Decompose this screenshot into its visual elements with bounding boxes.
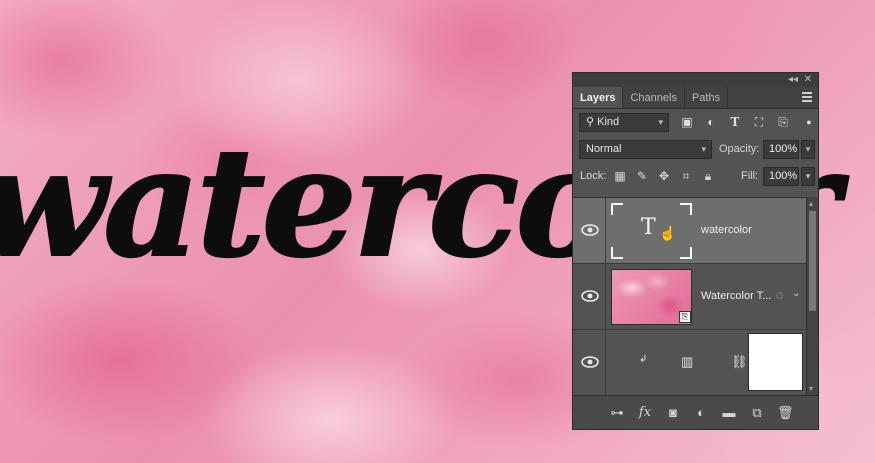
eye-icon[interactable] [581, 223, 599, 237]
new-layer-icon[interactable]: ⧉ [749, 405, 765, 421]
link-icon[interactable]: ⊶ [609, 405, 625, 421]
visibility-divider [605, 264, 606, 329]
lock-row: Lock: ▦ ✎ ✥ ⌗ 🔒︎ Fill: 100% ▾ [573, 163, 818, 190]
lock-transparency-icon[interactable]: ▦ [613, 169, 627, 183]
lock-label: Lock: [580, 170, 607, 182]
layers-list: T ☝ watercolor ⎘ Watercolor T... ◌ ⌄ ↲ ▥… [573, 197, 806, 395]
collapse-icon[interactable]: ◂◂ [788, 73, 798, 87]
type-layer-thumbnail[interactable]: T ☝ [611, 203, 692, 259]
trash-icon[interactable]: 🗑︎ [777, 405, 794, 421]
lock-artboard-icon[interactable]: ⌗ [679, 169, 693, 183]
eye-icon[interactable] [581, 355, 599, 369]
layers-panel: ◂◂ ✕ Layers Channels Paths ⚲ Kind ▾ ▣ ◐ … [572, 72, 819, 430]
panel-tabs: Layers Channels Paths [573, 87, 818, 109]
close-icon[interactable]: ✕ [804, 73, 812, 87]
tab-channels[interactable]: Channels [623, 87, 685, 108]
chevron-down-icon[interactable]: ⌄ [792, 288, 800, 299]
layer-name[interactable]: Watercolor T... [701, 290, 771, 302]
filter-kind-select[interactable]: ⚲ Kind ▾ [579, 113, 669, 132]
adjustment-filter-icon[interactable]: ◐ [703, 114, 719, 130]
mask-icon[interactable]: ◙ [665, 405, 681, 421]
chevron-down-icon: ▾ [658, 117, 663, 127]
opacity-field[interactable]: 100% [763, 140, 799, 159]
chain-link-icon[interactable]: ⛓ [731, 354, 748, 370]
opacity-label: Opacity: [719, 143, 760, 155]
scroll-down-icon[interactable]: ▾ [809, 384, 813, 393]
filter-row: ⚲ Kind ▾ ▣ ◐ T ⛶ ⎘ ● [573, 109, 818, 136]
lock-all-icon[interactable]: 🔒︎ [701, 169, 715, 183]
hand-cursor-icon: ☝ [659, 225, 677, 241]
smart-object-badge-icon: ⎘ [679, 311, 691, 323]
corner-mark [680, 203, 692, 215]
folder-icon[interactable]: ▬ [721, 405, 737, 421]
visibility-divider [605, 330, 606, 395]
panel-menu-icon[interactable] [802, 92, 812, 102]
chevron-down-icon: ▾ [701, 144, 706, 154]
panel-title-strip: ◂◂ ✕ [573, 73, 818, 87]
tab-paths[interactable]: Paths [685, 87, 729, 108]
pixel-filter-icon[interactable]: ▣ [679, 114, 695, 130]
type-filter-icon[interactable]: T [727, 114, 743, 130]
layers-bottom-toolbar: ⊶ fx ◙ ◐ ▬ ⧉ 🗑︎ [573, 395, 818, 429]
shape-filter-icon[interactable]: ⛶ [751, 114, 767, 130]
layer-mask-thumbnail[interactable] [748, 333, 803, 391]
fill-dropdown-icon[interactable]: ▾ [801, 167, 815, 186]
eye-icon[interactable] [581, 289, 599, 303]
blend-row: Normal ▾ Opacity: 100% ▾ [573, 136, 818, 163]
blend-mode-value: Normal [586, 143, 622, 155]
corner-mark [611, 247, 623, 259]
search-icon: ⚲ [586, 116, 598, 128]
smart-object-filter-icon[interactable]: ⎘ [775, 114, 791, 130]
layer-name[interactable]: watercolor [701, 224, 752, 236]
tab-layers[interactable]: Layers [573, 87, 624, 108]
blend-mode-select[interactable]: Normal ▾ [579, 140, 712, 159]
fill-field[interactable]: 100% [763, 167, 799, 186]
type-icon: T [641, 215, 656, 240]
corner-mark [611, 203, 623, 215]
layers-scrollbar[interactable]: ▴ ▾ [806, 197, 818, 395]
scroll-up-icon[interactable]: ▴ [809, 199, 813, 208]
gradient-map-icon[interactable]: ▥ [681, 354, 693, 370]
layer-row-adjustment[interactable]: ↲ ▥ ⛓ [573, 330, 806, 395]
corner-mark [680, 247, 692, 259]
opacity-dropdown-icon[interactable]: ▾ [801, 140, 815, 159]
clip-icon: ◌ [776, 288, 784, 302]
lock-position-icon[interactable]: ✥ [657, 169, 671, 183]
scrollbar-thumb[interactable] [809, 211, 816, 311]
adjustment-icon[interactable]: ◐ [693, 405, 709, 421]
visibility-divider [605, 198, 606, 263]
filter-toggle-icon[interactable]: ● [801, 114, 817, 130]
layer-row-watercolor-texture[interactable]: ⎘ Watercolor T... ◌ ⌄ [573, 264, 806, 330]
lock-brush-icon[interactable]: ✎ [635, 169, 649, 183]
fill-label: Fill: [741, 170, 759, 182]
layer-row-watercolor[interactable]: T ☝ watercolor [573, 198, 806, 264]
fx-icon[interactable]: fx [637, 405, 653, 421]
filter-kind-value: Kind [597, 116, 620, 128]
clipping-arrow-icon: ↲ [639, 354, 648, 365]
